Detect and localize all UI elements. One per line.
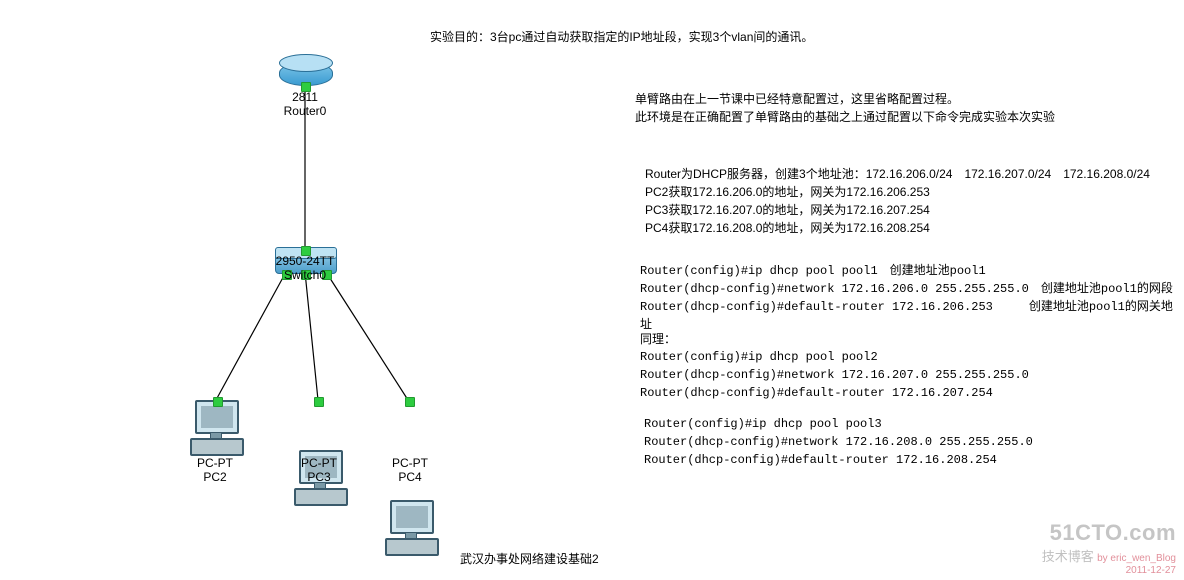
router-name-label: Router0: [270, 104, 340, 118]
desc-line: PC4获取172.16.208.0的地址，网关为172.16.208.254: [645, 219, 1175, 237]
link-dot: [405, 397, 415, 407]
watermark-byline: by eric_wen_Blog: [1097, 553, 1176, 564]
watermark-site: 51CTO.com: [1042, 520, 1176, 546]
pc2-type-label: PC-PT: [185, 456, 245, 470]
link-dot: [213, 397, 223, 407]
desc-line: PC3获取172.16.207.0的地址，网关为172.16.207.254: [645, 201, 1175, 219]
router-model-label: 2811: [270, 90, 340, 104]
pc4-icon[interactable]: [385, 500, 435, 550]
pc2-icon[interactable]: [190, 400, 240, 450]
dhcp-description: Router为DHCP服务器，创建3个地址池：172.16.206.0/24 1…: [645, 165, 1175, 237]
cfg-line: Router(dhcp-config)#network 172.16.206.0…: [640, 280, 1180, 298]
watermark-tagline: 技术博客: [1042, 549, 1094, 564]
pc4-type-label: PC-PT: [380, 456, 440, 470]
pc3-type-label: PC-PT: [289, 456, 349, 470]
switch-model-label: 2950-24TT: [270, 254, 340, 268]
cfg-line: Router(config)#ip dhcp pool pool2: [640, 348, 1180, 366]
switch-name-label: Switch0: [270, 268, 340, 282]
page-title: 实验目的：3台pc通过自动获取指定的IP地址段，实现3个vlan间的通讯。: [430, 28, 813, 45]
desc-line: Router为DHCP服务器，创建3个地址池：172.16.206.0/24 1…: [645, 165, 1175, 183]
cfg-header: 同理：: [640, 330, 1180, 348]
cfg-line: Router(dhcp-config)#default-router 172.1…: [640, 384, 1180, 402]
watermark-date: 2011-12-27: [1042, 565, 1176, 576]
link-dot: [314, 397, 324, 407]
pc2-name-label: PC2: [185, 470, 245, 484]
watermark: 51CTO.com 技术博客 by eric_wen_Blog 2011-12-…: [1042, 520, 1176, 576]
intro-line: 此环境是在正确配置了单臂路由的基础之上通过配置以下命令完成实验本次实验: [635, 108, 1175, 126]
cfg-line: Router(dhcp-config)#network 172.16.208.0…: [644, 433, 1184, 451]
cfg-line: Router(dhcp-config)#default-router 172.1…: [644, 451, 1184, 469]
cfg-line: Router(dhcp-config)#default-router 172.1…: [640, 298, 1180, 334]
desc-line: PC2获取172.16.206.0的地址，网关为172.16.206.253: [645, 183, 1175, 201]
config-pool3: Router(config)#ip dhcp pool pool3 Router…: [644, 415, 1184, 469]
cfg-line: Router(config)#ip dhcp pool pool3: [644, 415, 1184, 433]
pc3-name-label: PC3: [289, 470, 349, 484]
intro-text: 单臂路由在上一节课中已经特意配置过，这里省略配置过程。 此环境是在正确配置了单臂…: [635, 90, 1175, 126]
pc4-name-label: PC4: [380, 470, 440, 484]
intro-line: 单臂路由在上一节课中已经特意配置过，这里省略配置过程。: [635, 90, 1175, 108]
config-pool2: 同理： Router(config)#ip dhcp pool pool2 Ro…: [640, 330, 1180, 402]
cfg-line: Router(config)#ip dhcp pool pool1 创建地址池p…: [640, 262, 1180, 280]
config-pool1: Router(config)#ip dhcp pool pool1 创建地址池p…: [640, 262, 1180, 334]
footer-text: 武汉办事处网络建设基础2: [460, 550, 599, 567]
cfg-line: Router(dhcp-config)#network 172.16.207.0…: [640, 366, 1180, 384]
